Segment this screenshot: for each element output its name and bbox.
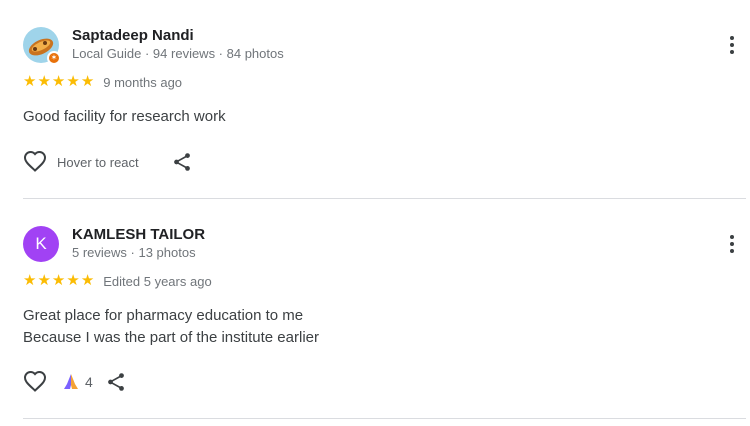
- review-actions: 4: [23, 370, 127, 394]
- review-time: 9 months ago: [103, 74, 183, 90]
- rating-row: ★ ★ ★ ★ ★ 9 months ago: [23, 74, 182, 90]
- reviewer-name[interactable]: Saptadeep Nandi: [72, 27, 194, 44]
- star-icon: ★: [23, 272, 37, 289]
- review-text-line: Because I was the part of the institute …: [23, 329, 319, 346]
- review-text-line: Good facility for research work: [23, 108, 226, 125]
- star-icon: ★: [80, 73, 95, 90]
- review-text: Great place for pharmacy education to me…: [23, 305, 319, 349]
- reviewer-avatar[interactable]: K: [23, 226, 59, 262]
- reviewer-meta: 5 reviews · 13 photos: [72, 245, 196, 260]
- hover-to-react-label: Hover to react: [57, 154, 139, 170]
- star-icon: ★: [51, 73, 66, 90]
- share-icon[interactable]: [171, 151, 193, 173]
- star-icon: ★: [37, 272, 51, 289]
- review-text-line: Great place for pharmacy education to me: [23, 307, 304, 324]
- star-rating: ★ ★ ★ ★ ★: [23, 74, 94, 90]
- review-time: Edited 5 years ago: [103, 273, 212, 289]
- reviewer-avatar[interactable]: ✶: [23, 27, 61, 65]
- review-text: Good facility for research work: [23, 106, 226, 128]
- star-icon: ★: [66, 272, 80, 289]
- more-options-icon[interactable]: [722, 33, 742, 57]
- thank-you-hands-icon: [64, 374, 78, 389]
- divider: [23, 418, 746, 419]
- review-actions: Hover to react: [23, 150, 193, 174]
- heart-icon[interactable]: [23, 150, 47, 174]
- reaction-summary[interactable]: 4: [61, 372, 93, 392]
- reviewer-name[interactable]: KAMLESH TAILOR: [72, 226, 205, 243]
- more-options-icon[interactable]: [722, 232, 742, 256]
- star-icon: ★: [80, 272, 95, 289]
- share-icon[interactable]: [105, 371, 127, 393]
- reaction-count: 4: [85, 374, 93, 390]
- review-card: ✶ Saptadeep Nandi Local Guide · 94 revie…: [0, 0, 750, 198]
- star-icon: ★: [51, 272, 66, 289]
- avatar-letter: K: [23, 226, 59, 262]
- review-card: K KAMLESH TAILOR 5 reviews · 13 photos ★…: [0, 199, 750, 419]
- star-icon: ★: [23, 73, 37, 90]
- rating-row: ★ ★ ★ ★ ★ Edited 5 years ago: [23, 273, 212, 289]
- star-rating: ★ ★ ★ ★ ★: [23, 273, 94, 289]
- star-icon: ★: [37, 73, 51, 90]
- heart-icon[interactable]: [23, 370, 47, 394]
- local-guide-badge-icon: ✶: [47, 51, 61, 65]
- reviewer-meta: Local Guide · 94 reviews · 84 photos: [72, 46, 284, 61]
- star-icon: ★: [66, 73, 80, 90]
